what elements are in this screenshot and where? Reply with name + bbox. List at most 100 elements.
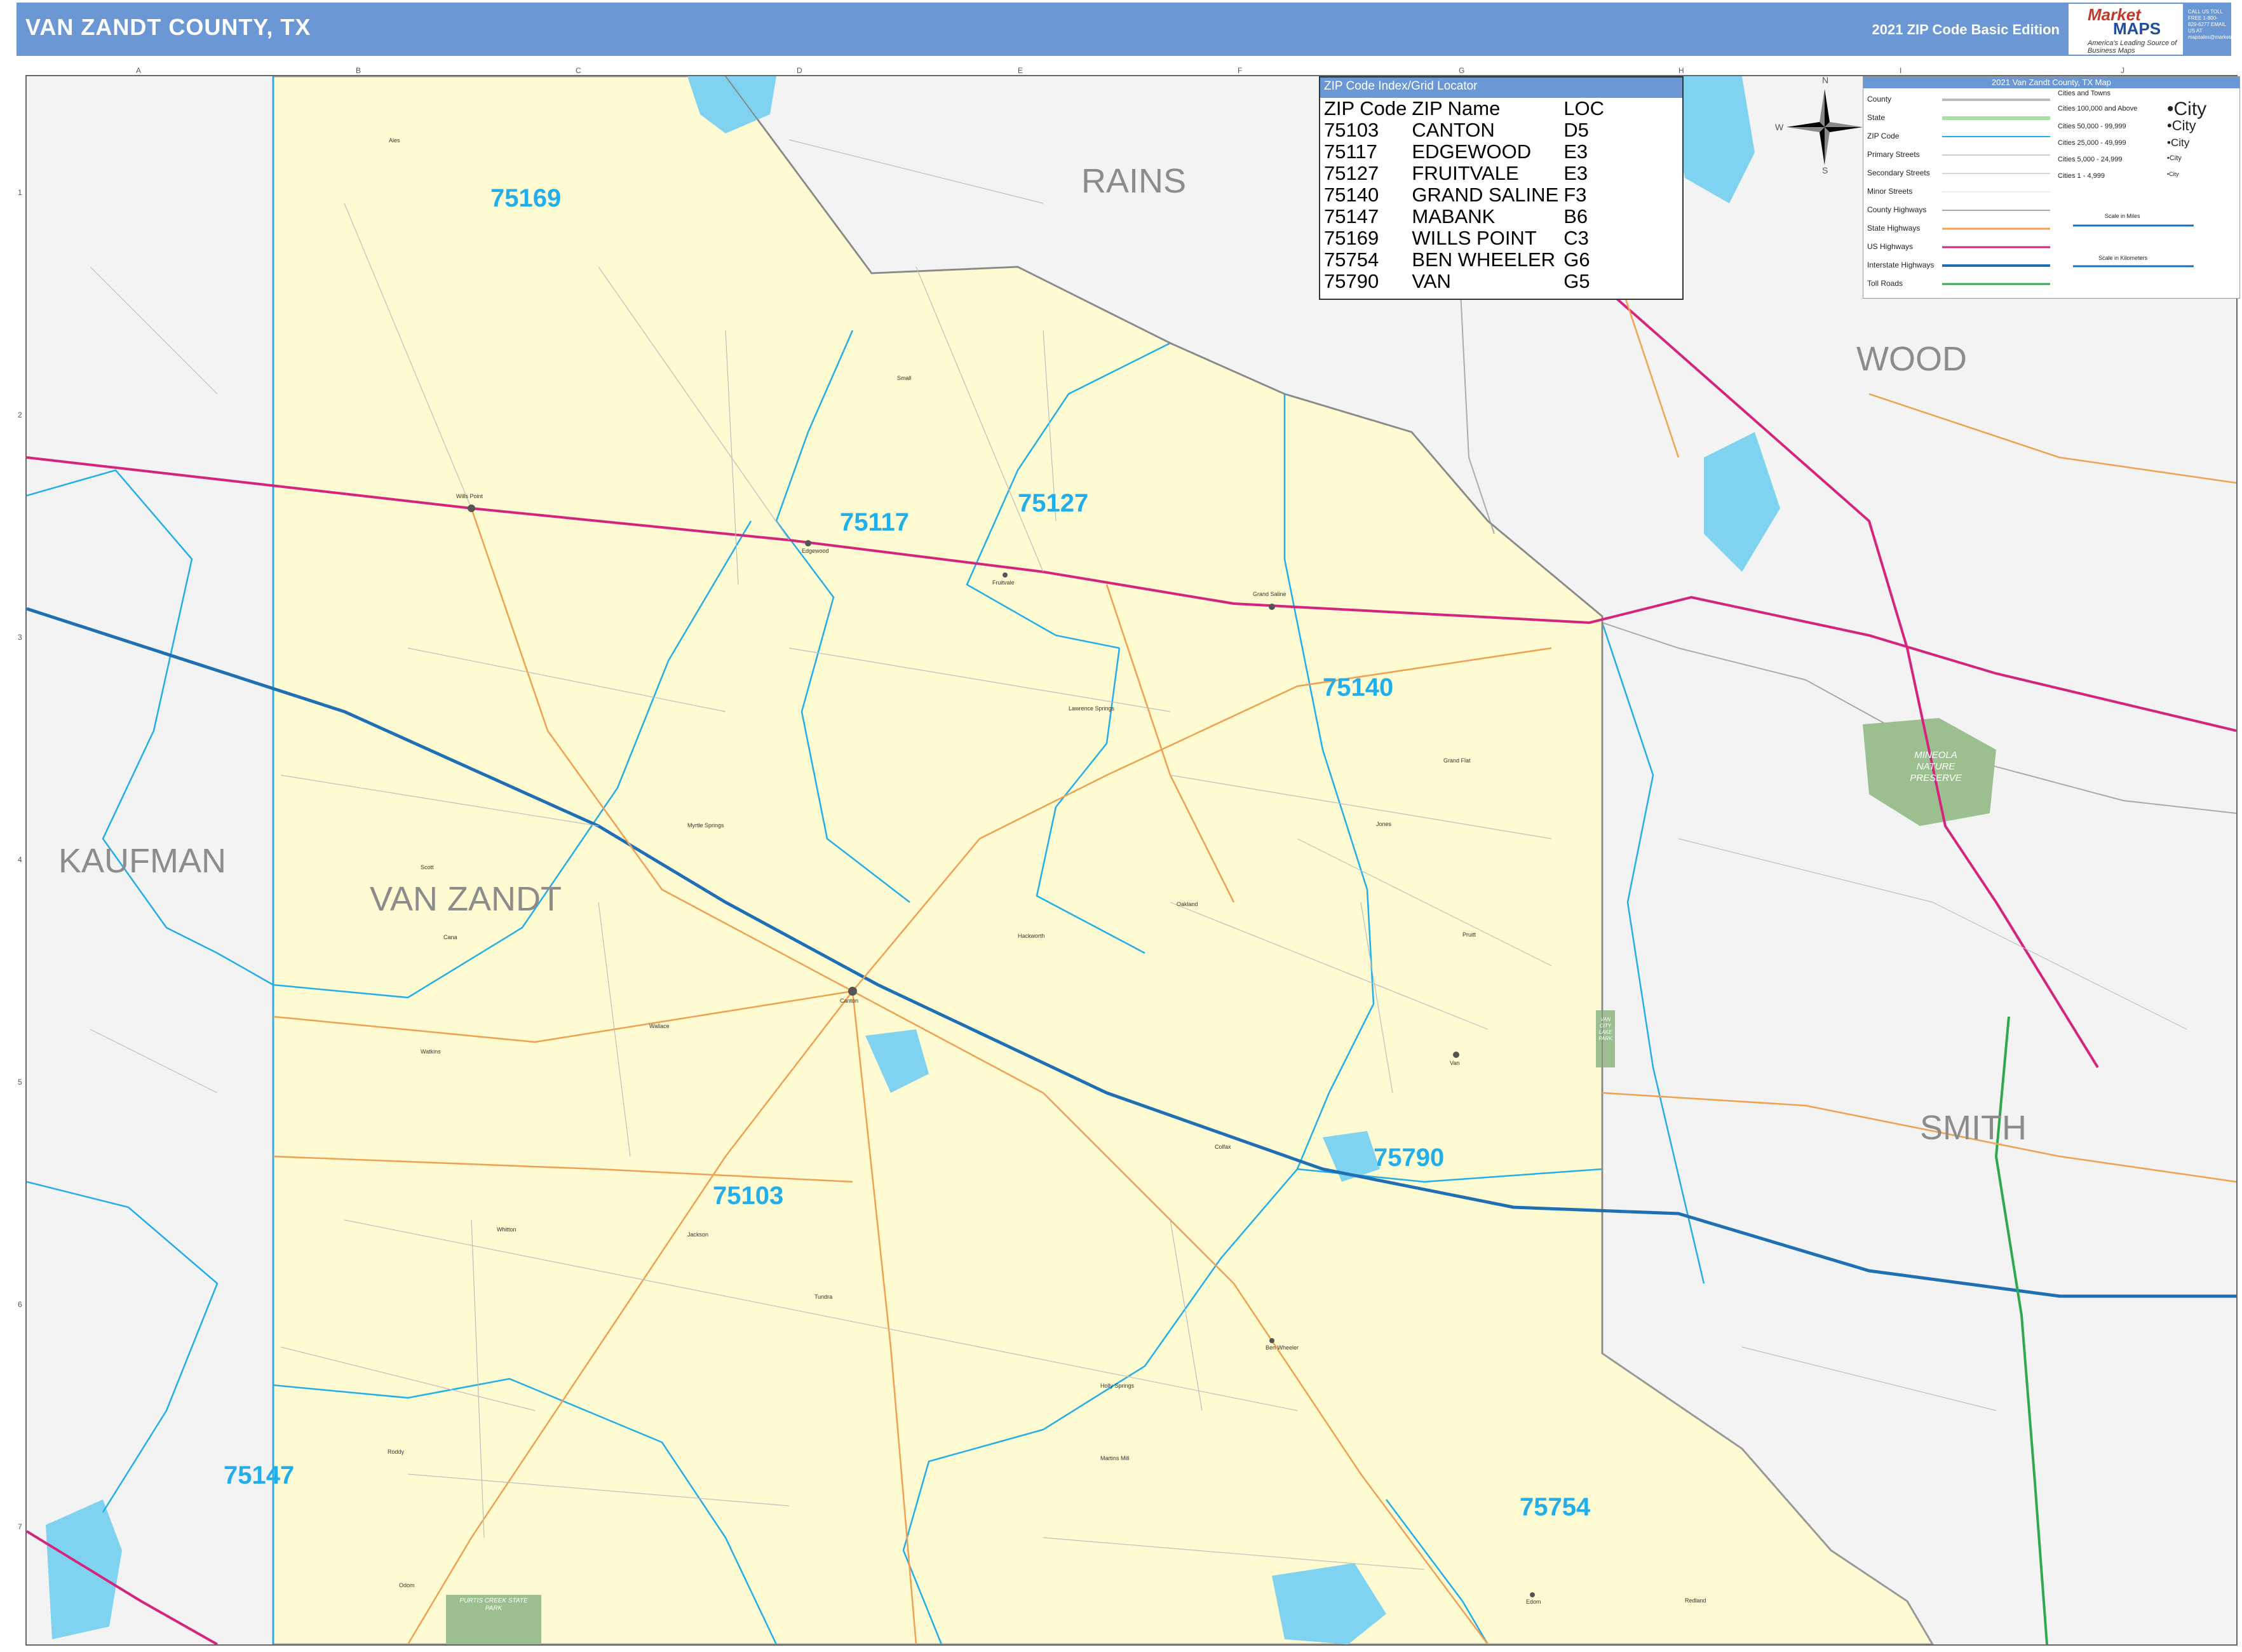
town-edom: Edom	[1526, 1599, 1541, 1605]
grid-letter-c: C	[576, 66, 581, 75]
county-label-kaufman: KAUFMAN	[58, 842, 227, 880]
grid-letter-e: E	[1018, 66, 1023, 75]
zip-label-75127: 75127	[1018, 489, 1089, 517]
grid-letter-i: I	[1900, 66, 1902, 75]
legend-label: County	[1867, 95, 1892, 104]
county-label-van-zandt: VAN ZANDT	[370, 880, 562, 918]
logo-bottom-text: MAPS	[2113, 19, 2161, 38]
legend-item: Primary Streets	[1867, 150, 1920, 163]
zip-index-header-row: ZIP Code ZIP Name LOC	[1321, 98, 1607, 119]
map-title: VAN ZANDT COUNTY, TX	[25, 14, 311, 40]
town-grand-saline: Grand Saline	[1253, 591, 1286, 597]
grid-letter-j: J	[2121, 66, 2124, 75]
city-class-label: Cities 5,000 - 24,999	[2058, 156, 2123, 163]
town-lawrence-springs: Lawrence Springs	[1069, 705, 1115, 712]
table-row: 75169 WILLS POINT C3	[1321, 227, 1607, 249]
table-row: 75147 MABANK B6	[1321, 206, 1607, 227]
town-wills-point: Wills Point	[456, 493, 483, 499]
park-label-van-city: VAN CITY LAKE PARK	[1598, 1017, 1612, 1041]
county-van-zandt-shape	[272, 76, 1934, 1644]
town-colfax: Colfax	[1215, 1144, 1231, 1150]
map-drawing	[27, 76, 2236, 1644]
map-canvas[interactable]: N S E W RAINS WOOD KAUFMAN VAN ZANDT SMI…	[25, 75, 2238, 1646]
legend-item: County Highways	[1867, 205, 1926, 218]
legend-item: ZIP Code	[1867, 132, 1899, 144]
legend-item: Secondary Streets	[1867, 168, 1930, 181]
city-sample: •City	[2167, 118, 2196, 133]
lake-southwest	[46, 1500, 122, 1639]
town-fruitvale: Fruitvale	[992, 579, 1015, 586]
market-maps-logo[interactable]: Market MAPS America's Leading Source of …	[2069, 4, 2183, 55]
zip-cell: 75790	[1324, 270, 1379, 292]
town-roddy: Roddy	[388, 1449, 405, 1455]
city-class-label: Cities 50,000 - 99,999	[2058, 123, 2126, 130]
legend-item: State	[1867, 113, 1885, 126]
city-sample: •City	[2167, 154, 2182, 162]
table-row: 75140 GRAND SALINE F3	[1321, 184, 1607, 206]
town-wallace: Wallace	[649, 1023, 670, 1029]
loc-cell: G5	[1563, 270, 1590, 292]
col-zip-code: ZIP Code	[1324, 97, 1407, 119]
header-bar: VAN ZANDT COUNTY, TX 2021 ZIP Code Basic…	[17, 3, 2242, 56]
loc-cell: G6	[1563, 248, 1590, 271]
county-label-rains: RAINS	[1081, 162, 1187, 200]
zip-cell: 75169	[1324, 227, 1379, 249]
legend-label: State	[1867, 113, 1886, 122]
town-odom: Odom	[399, 1582, 415, 1588]
legend-label: ZIP Code	[1867, 132, 1900, 140]
zip-label-75140: 75140	[1323, 674, 1394, 701]
scale-miles-label: Scale in Miles	[2105, 213, 2140, 219]
town-cana: Cana	[443, 934, 457, 940]
town-watkins: Watkins	[421, 1048, 441, 1055]
park-label-purtis: PURTIS CREEK STATE PARK	[459, 1597, 528, 1612]
town-oakland: Oakland	[1177, 901, 1198, 907]
zip-cell: 75147	[1324, 205, 1379, 227]
legend-label: Secondary Streets	[1867, 168, 1930, 177]
table-row: 75790 VAN G5	[1321, 271, 1607, 292]
city-sample: •City	[2167, 137, 2190, 149]
city-class-label: Cities 1 - 4,999	[2058, 172, 2105, 180]
zip-label-75147: 75147	[224, 1461, 295, 1489]
zip-label-75117: 75117	[840, 508, 910, 536]
zip-cell: 75140	[1324, 184, 1379, 206]
county-label-wood: WOOD	[1856, 340, 1967, 378]
park-label-mineola: MINEOLA NATURE PRESERVE	[1910, 750, 1962, 783]
town-ben-wheeler: Ben Wheeler	[1266, 1344, 1299, 1351]
grid-letter-g: G	[1459, 66, 1465, 75]
compass-s: S	[1822, 165, 1828, 175]
legend-item: Minor Streets	[1867, 187, 1912, 200]
compass-n: N	[1822, 75, 1829, 85]
legend-label: Minor Streets	[1867, 187, 1913, 196]
table-row: 75103 CANTON D5	[1321, 119, 1607, 141]
lake-east	[1704, 432, 1780, 572]
town-grand-flat: Grand Flat	[1443, 757, 1471, 764]
zip-index-panel: ZIP Code Index/Grid Locator ZIP Code ZIP…	[1319, 76, 1684, 300]
town-van: Van	[1450, 1060, 1460, 1066]
compass-rose-graphic	[1786, 89, 1863, 165]
town-redland: Redland	[1685, 1597, 1706, 1604]
logo-tagline: America's Leading Source of Business Map…	[2088, 39, 2177, 55]
zip-cell: 75754	[1324, 248, 1379, 271]
city-sample: •City	[2167, 98, 2207, 119]
grid-number-2: 2	[18, 410, 22, 419]
legend-label: County Highways	[1867, 205, 1927, 214]
zip-label-75103: 75103	[713, 1182, 784, 1210]
zip-name-cell: VAN	[1412, 270, 1451, 292]
town-martins-mill: Martins Mill	[1100, 1455, 1130, 1461]
zip-name-cell: EDGEWOOD	[1412, 140, 1532, 163]
grid-number-4: 4	[18, 855, 22, 864]
town-jackson: Jackson	[687, 1231, 709, 1238]
legend-heading: 2021 Van Zandt County, TX Map	[1863, 77, 2239, 88]
town-small: Small	[897, 375, 912, 381]
grid-number-5: 5	[18, 1078, 22, 1087]
grid-letter-f: F	[1238, 66, 1243, 75]
grid-number-1: 1	[18, 188, 22, 197]
grid-letter-b: B	[356, 66, 361, 75]
legend-item: Interstate Highways	[1867, 261, 1934, 273]
town-myrtle-springs: Myrtle Springs	[687, 822, 724, 829]
col-loc: LOC	[1563, 97, 1604, 119]
grid-letter-h: H	[1678, 66, 1684, 75]
town-pruitt: Pruitt	[1462, 931, 1476, 938]
zip-label-75754: 75754	[1520, 1493, 1591, 1521]
legend-item: State Highways	[1867, 224, 1920, 236]
